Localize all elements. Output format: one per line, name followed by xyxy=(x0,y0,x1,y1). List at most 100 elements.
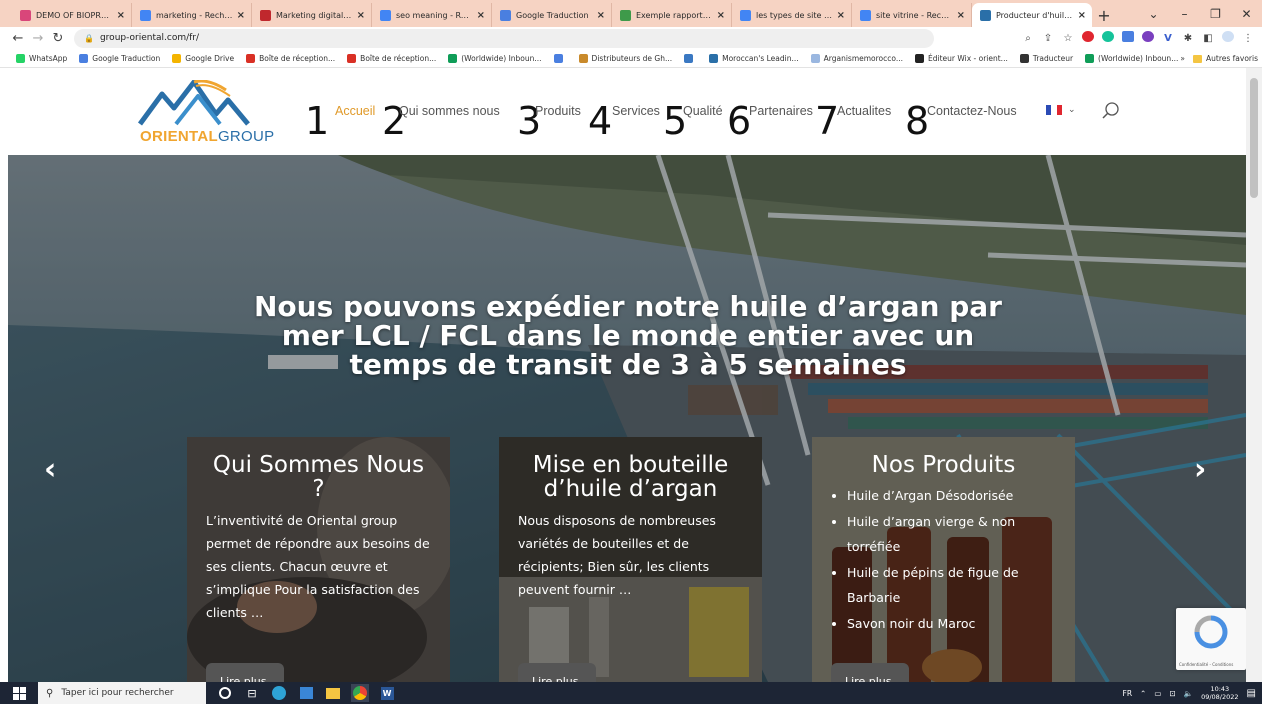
windows-start-icon[interactable] xyxy=(0,686,38,700)
task-view-icon[interactable]: ⊟ xyxy=(243,684,261,702)
card-products-read-more-button[interactable]: Lire plus xyxy=(831,663,909,682)
chrome-icon[interactable] xyxy=(351,684,369,702)
back-arrow-icon[interactable]: ← xyxy=(8,31,28,46)
url-field[interactable]: 🔒 group-oriental.com/fr/ xyxy=(74,28,934,48)
tab-close-icon[interactable]: × xyxy=(837,10,845,21)
tab-close-icon[interactable]: × xyxy=(237,10,245,21)
puzzle-extensions-icon[interactable]: ✱ xyxy=(1182,33,1194,44)
more-bookmarks-button[interactable]: » xyxy=(1180,54,1185,63)
logo-text-oriental: ORIENTAL xyxy=(140,128,218,145)
bookmark-item[interactable]: Google Drive xyxy=(172,53,234,63)
site-logo[interactable]: ORIENTALGROUP xyxy=(136,79,274,146)
slider-prev-arrow-icon[interactable]: ‹ xyxy=(44,452,56,487)
other-bookmarks-folder[interactable]: Autres favoris xyxy=(1193,54,1258,63)
web-page: ORIENTALGROUP 1 Accueil 2 Qui sommes nous 3 P… xyxy=(0,68,1246,682)
bookmark-item[interactable]: (Worldwide) Inboun... xyxy=(448,53,542,63)
browser-tab[interactable]: marketing - Recherche × xyxy=(132,3,252,27)
word-icon[interactable]: W xyxy=(378,684,396,702)
browser-tab[interactable]: Google Traduction × xyxy=(492,3,612,27)
browser-tab[interactable]: Exemple rapport de st × xyxy=(612,3,732,27)
edge-icon[interactable] xyxy=(270,684,288,702)
bookmark-item[interactable] xyxy=(684,53,697,63)
clock-time: 10:43 xyxy=(1210,685,1230,693)
bookmark-item[interactable]: WhatsApp xyxy=(16,53,67,63)
bookmark-item[interactable]: Moroccan's Leadin... xyxy=(709,53,799,63)
lock-icon: 🔒 xyxy=(84,33,94,43)
tab-title: seo meaning - Recher xyxy=(396,10,473,20)
card-bottling-read-more-button[interactable]: Lire plus xyxy=(518,663,596,682)
slider-next-arrow-icon[interactable]: › xyxy=(1194,452,1206,487)
tab-close-icon[interactable]: × xyxy=(117,10,125,21)
language-switcher[interactable]: ⌄ xyxy=(1046,105,1076,115)
share-icon[interactable]: ⇪ xyxy=(1042,33,1054,44)
store-icon[interactable] xyxy=(297,684,315,702)
clock[interactable]: 10:43 09/08/2022 xyxy=(1201,685,1238,701)
zoom-icon[interactable]: ⌕ xyxy=(1022,33,1034,44)
browser-tab[interactable]: site vitrine - Recherch × xyxy=(852,3,972,27)
tab-search-chevron-icon[interactable]: ⌄ xyxy=(1138,7,1169,21)
colorful-extension-icon[interactable] xyxy=(1142,31,1154,45)
bookmark-item[interactable]: Google Traduction xyxy=(79,53,160,63)
notifications-icon[interactable]: ▤ xyxy=(1247,688,1256,699)
tab-close-icon[interactable]: × xyxy=(1078,10,1086,21)
new-tab-button[interactable]: + xyxy=(1092,3,1116,27)
bookmark-item[interactable] xyxy=(553,53,567,63)
tab-close-icon[interactable]: × xyxy=(477,10,485,21)
profile-avatar-icon[interactable] xyxy=(1222,31,1234,45)
sidebar-icon[interactable]: ◧ xyxy=(1202,33,1214,44)
windows-taskbar: ⚲ Taper ici pour rechercher ⊟ W FR ⌃ ▭ ⊡… xyxy=(0,682,1262,704)
card-about-read-more-button[interactable]: Lire plus xyxy=(206,663,284,682)
vpn-extension-icon[interactable]: V xyxy=(1162,33,1174,44)
browser-tab[interactable]: Marketing digital : défi × xyxy=(252,3,372,27)
menu-item-label: Contactez-Nous xyxy=(927,104,1017,118)
tab-close-icon[interactable]: × xyxy=(717,10,725,21)
bookmark-item[interactable]: Distributeurs de Gh... xyxy=(578,53,672,63)
taskbar-search-input[interactable]: ⚲ Taper ici pour rechercher xyxy=(38,682,206,704)
bookmark-favicon-icon xyxy=(1085,53,1095,63)
reload-icon[interactable]: ↻ xyxy=(48,31,68,46)
cortana-icon[interactable] xyxy=(216,684,234,702)
tab-title: DEMO OF BIOPROGRE xyxy=(36,10,113,20)
card-bottling-text: Nous disposons de nombreuses variétés de… xyxy=(518,513,716,597)
browser-tab[interactable]: les types de site web × xyxy=(732,3,852,27)
tab-close-icon[interactable]: × xyxy=(957,10,965,21)
tray-expand-icon[interactable]: ⌃ xyxy=(1140,689,1146,698)
bookmark-item[interactable]: Boîte de réception... xyxy=(347,53,436,63)
tab-title: les types de site web xyxy=(756,10,833,20)
browser-tab[interactable]: DEMO OF BIOPROGRE × xyxy=(12,3,132,27)
minimize-icon[interactable]: – xyxy=(1169,7,1200,21)
system-tray: FR ⌃ ▭ ⊡ 🔈 10:43 09/08/2022 ▤ xyxy=(1123,682,1262,704)
logo-text-group: GROUP xyxy=(217,128,275,145)
bookmark-item[interactable]: Éditeur Wix - orient... xyxy=(915,53,1008,63)
french-flag-icon xyxy=(1046,105,1062,115)
page-scrollbar[interactable] xyxy=(1246,68,1262,682)
logo-wordmark: ORIENTALGROUP xyxy=(140,128,274,145)
browser-tab[interactable]: seo meaning - Recher × xyxy=(372,3,492,27)
grammarly-extension-icon[interactable] xyxy=(1102,31,1114,45)
scrollbar-thumb[interactable] xyxy=(1250,78,1258,198)
bookmark-item[interactable]: (Worldwide) Inboun... xyxy=(1085,53,1178,63)
restore-icon[interactable]: ❐ xyxy=(1200,7,1231,21)
file-explorer-icon[interactable] xyxy=(324,684,342,702)
network-icon[interactable]: ⊡ xyxy=(1169,689,1175,698)
star-icon[interactable]: ☆ xyxy=(1062,33,1074,44)
bookmark-item[interactable]: Boîte de réception... xyxy=(246,53,336,63)
bookmark-item[interactable]: Arganismemorocco... xyxy=(810,53,903,63)
tab-title: site vitrine - Recherch xyxy=(876,10,953,20)
translate-extension-icon[interactable] xyxy=(1122,31,1134,45)
bookmark-label: Boîte de réception... xyxy=(259,53,336,63)
opera-extension-icon[interactable] xyxy=(1082,31,1094,45)
close-window-icon[interactable]: ✕ xyxy=(1231,7,1262,21)
input-language[interactable]: FR xyxy=(1123,689,1133,698)
tab-close-icon[interactable]: × xyxy=(357,10,365,21)
search-icon[interactable] xyxy=(1102,101,1120,119)
volume-icon[interactable]: 🔈 xyxy=(1184,689,1193,698)
tab-close-icon[interactable]: × xyxy=(597,10,605,21)
bookmark-favicon-icon xyxy=(810,53,820,63)
battery-icon[interactable]: ▭ xyxy=(1154,689,1161,698)
recaptcha-badge[interactable]: Confidentialité - Conditions xyxy=(1176,608,1246,670)
forward-arrow-icon[interactable]: → xyxy=(28,31,48,46)
browser-tab[interactable]: Producteur d'huile d'a × xyxy=(972,3,1092,27)
bookmark-item[interactable]: Traducteur xyxy=(1019,53,1073,63)
menu-kebab-icon[interactable]: ⋮ xyxy=(1242,33,1254,44)
